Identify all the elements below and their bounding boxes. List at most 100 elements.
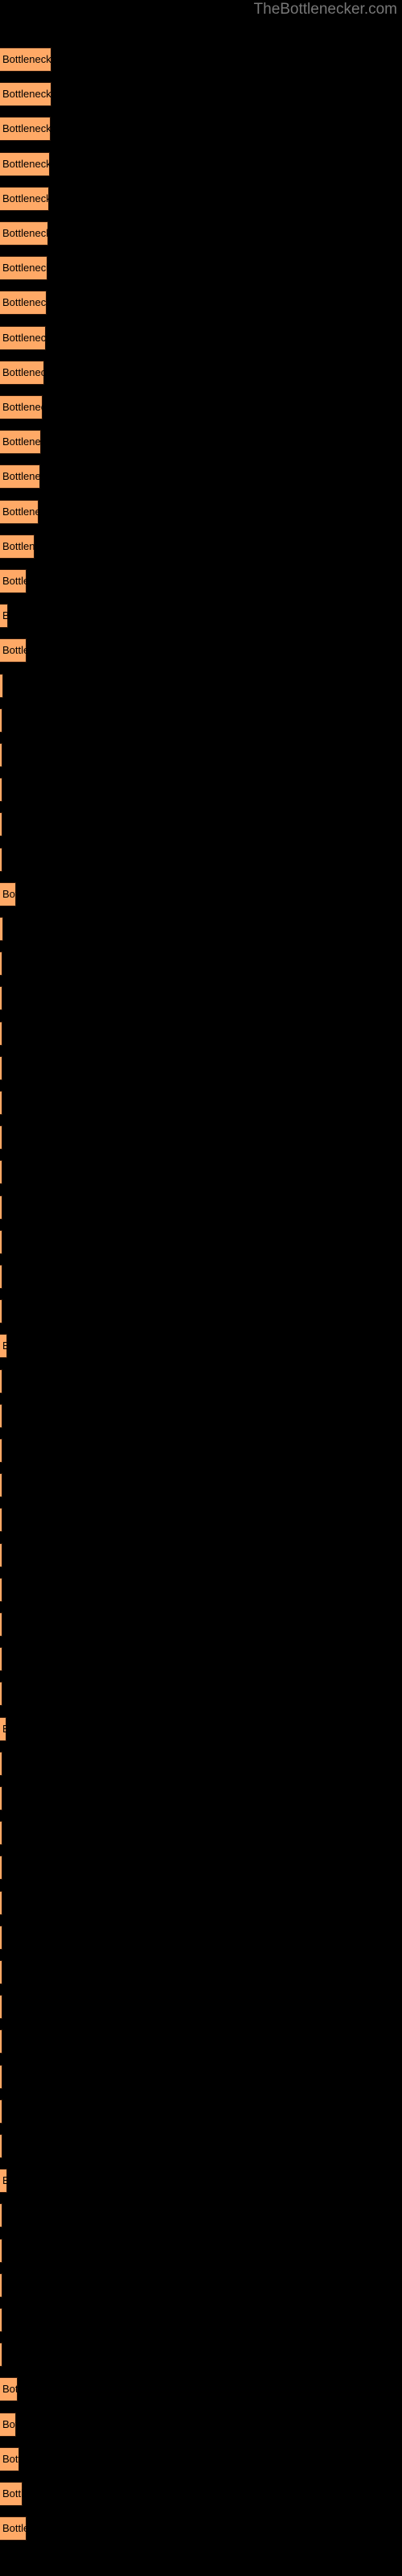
bar-label-clip: Bottleneck result 44	[0, 1543, 2, 1567]
bar-label-clip: Bottleneck result 43	[0, 1508, 2, 1532]
bar-label-clip: Bottleneck result 1	[0, 47, 51, 72]
bar-label: Bottleneck result 12	[2, 436, 41, 448]
bar-label-clip: Bottleneck result 54	[0, 1891, 2, 1915]
bar-label-clip: Bottleneck result 57	[0, 1995, 2, 2019]
bar-label-clip: Bottleneck result 36	[0, 1265, 2, 1289]
bar-label-clip: Bottleneck result 5	[0, 187, 49, 211]
bar-label-clip: Bottleneck result 24	[0, 848, 2, 872]
bar-label-clip: Bottleneck result 68	[0, 2377, 18, 2401]
bar-label-clip: Bottleneck result 11	[0, 395, 43, 419]
bar-label: Bottleneck result 70	[2, 2452, 19, 2465]
bar-label: Bottleneck result 11	[2, 401, 43, 413]
bar-label-clip: Bottleneck result 37	[0, 1299, 2, 1323]
bar-label-clip: Bottleneck result 8	[0, 291, 47, 315]
bar-label: Bottleneck result 3	[2, 122, 51, 135]
bar-label: Bottleneck result 18	[2, 644, 27, 657]
bar-label: Bottleneck result 49	[2, 1722, 6, 1735]
bar-label-clip: Bottleneck result 32	[0, 1125, 2, 1150]
bar-label-clip: Bottleneck result 33	[0, 1160, 2, 1184]
bar-label-clip: Bottleneck result 19	[0, 674, 3, 698]
bar-label: Bottleneck result 1	[2, 53, 51, 65]
bar-label-clip: Bottleneck result 30	[0, 1056, 2, 1080]
bar-label-clip: Bottleneck result 53	[0, 1856, 2, 1880]
bar-label-clip: Bottleneck result 3	[0, 117, 51, 141]
bar-label-clip: Bottleneck result 6	[0, 221, 48, 246]
bar-label-clip: Bottleneck result 59	[0, 2065, 2, 2089]
bar-label: Bottleneck result 72	[2, 2522, 27, 2535]
bar-label: Bottleneck result 10	[2, 365, 44, 378]
bar-label: Bottleneck result 15	[2, 539, 35, 552]
bar-label-clip: Bottleneck result 22	[0, 778, 2, 802]
bar-label-clip: Bottleneck result 17	[0, 604, 8, 628]
bar-label-clip: Bottleneck result 39	[0, 1369, 2, 1393]
bar-label-clip: Bottleneck result 61	[0, 2134, 2, 2158]
bar-label-clip: Bottleneck result 45	[0, 1578, 2, 1602]
bar-label: Bottleneck result 5	[2, 192, 49, 204]
bar-label-clip: Bottleneck result 47	[0, 1647, 2, 1671]
bar-label: Bottleneck result 14	[2, 505, 39, 518]
bar-label-clip: Bottleneck result 41	[0, 1439, 2, 1463]
bar-label-clip: Bottleneck result 29	[0, 1022, 2, 1046]
bar-label-clip: Bottleneck result 65	[0, 2273, 2, 2297]
bar-label: Bottleneck result 7	[2, 262, 47, 275]
bar-label: Bottleneck result 69	[2, 2417, 16, 2430]
bar-label-clip: Bottleneck result 63	[0, 2203, 2, 2227]
bar-label-clip: Bottleneck result 60	[0, 2099, 2, 2124]
bar-chart: TheBottlenecker.com Bottleneck result 1B…	[0, 0, 402, 2576]
bar-label: Bottleneck result 71	[2, 2487, 23, 2500]
bar-label-clip: Bottleneck result 69	[0, 2413, 16, 2437]
bar-label-clip: Bottleneck result 18	[0, 638, 27, 663]
bar-label-clip: Bottleneck result 66	[0, 2308, 2, 2332]
bar-label: Bottleneck result 16	[2, 575, 27, 587]
bar-label: Bottleneck result 38	[2, 1340, 7, 1352]
bar-label-clip: Bottleneck result 55	[0, 1926, 2, 1950]
bar-label-clip: Bottleneck result 12	[0, 430, 41, 454]
bar-label-clip: Bottleneck result 31	[0, 1091, 2, 1115]
bar-label: Bottleneck result 19	[2, 674, 3, 698]
bar-label-clip: Bottleneck result 62	[0, 2169, 7, 2193]
bar-label-clip: Bottleneck result 34	[0, 1195, 2, 1220]
bar-label-clip: Bottleneck result 23	[0, 812, 2, 836]
bar-label-clip: Bottleneck result 7	[0, 256, 47, 280]
bar-label-clip: Bottleneck result 56	[0, 1960, 2, 1984]
bar-label: Bottleneck result 4	[2, 157, 50, 170]
bar-label-clip: Bottleneck result 46	[0, 1612, 2, 1637]
bar-label: Bottleneck result 17	[2, 609, 8, 622]
bar-label: Bottleneck result 9	[2, 331, 46, 344]
plot-area: Bottleneck result 1 Bottleneck result 2 Bo…	[0, 0, 402, 2576]
bar-label-clip: Bottleneck result 58	[0, 2029, 2, 2054]
bar-label-clip: Bottleneck result 50	[0, 1752, 2, 1776]
bar-label-clip: Bottleneck result 15	[0, 535, 35, 559]
bar-label-clip: Bottleneck result 72	[0, 2516, 27, 2541]
bar-label-clip: Bottleneck result 4	[0, 152, 50, 176]
bar-label: Bottleneck result 26	[2, 917, 3, 941]
bar-label-clip: Bottleneck result 71	[0, 2482, 23, 2506]
bar-label-clip: Bottleneck result 40	[0, 1404, 2, 1428]
bar-label-clip: Bottleneck result 21	[0, 743, 2, 767]
bar-label-clip: Bottleneck result 28	[0, 986, 2, 1010]
bar-label: Bottleneck result 68	[2, 2383, 18, 2396]
bar-label: Bottleneck result 25	[2, 887, 16, 900]
bar-label-clip: Bottleneck result 26	[0, 917, 3, 941]
bar-label-clip: Bottleneck result 51	[0, 1786, 2, 1810]
bar-label-clip: Bottleneck result 64	[0, 2239, 2, 2263]
bar-label-clip: Bottleneck result 27	[0, 952, 2, 976]
bar-label-clip: Bottleneck result 42	[0, 1473, 2, 1497]
bar-label-clip: Bottleneck result 13	[0, 464, 40, 489]
bar-label-clip: Bottleneck result 48	[0, 1682, 2, 1706]
bar-label-clip: Bottleneck result 16	[0, 569, 27, 593]
bar-label: Bottleneck result 62	[2, 2174, 7, 2187]
bar-label: Bottleneck result 2	[2, 88, 51, 101]
bar-label-clip: Bottleneck result 9	[0, 326, 46, 350]
bar-label: Bottleneck result 6	[2, 227, 48, 239]
bar-label-clip: Bottleneck result 10	[0, 361, 44, 385]
bar-label-clip: Bottleneck result 67	[0, 2343, 2, 2367]
bar-label-clip: Bottleneck result 52	[0, 1821, 2, 1845]
bar-label-clip: Bottleneck result 35	[0, 1230, 2, 1254]
bar-label: Bottleneck result 8	[2, 296, 47, 309]
bar-label-clip: Bottleneck result 2	[0, 82, 51, 106]
bar-label-clip: Bottleneck result 25	[0, 882, 16, 906]
bar-label-clip: Bottleneck result 49	[0, 1717, 6, 1741]
bar-label: Bottleneck result 13	[2, 470, 40, 483]
bar-label-clip: Bottleneck result 70	[0, 2447, 19, 2471]
